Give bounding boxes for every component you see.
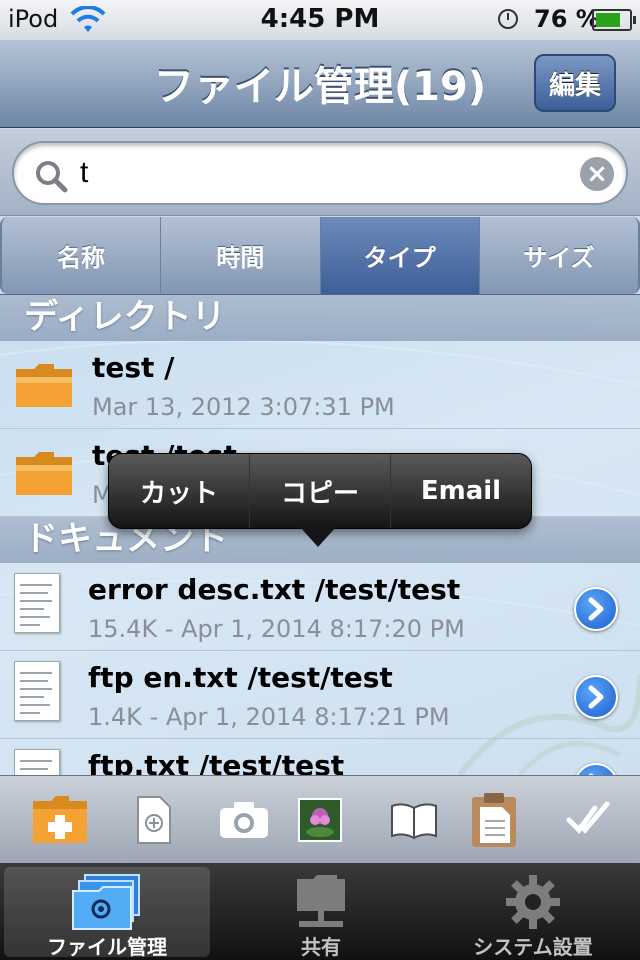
edit-popup-menu: カット コピー Email — [108, 453, 532, 529]
text-file-icon — [14, 749, 60, 775]
tab-system-settings-label: システム設置 — [473, 935, 593, 959]
document-row[interactable]: error desc.txt /test/test 15.4K - Apr 1,… — [0, 563, 640, 651]
tab-file-manager[interactable]: ファイル管理 — [4, 867, 210, 959]
battery-percent: 76 % — [534, 5, 600, 33]
sort-by-type-tab[interactable]: タイプ — [320, 217, 480, 294]
document-row[interactable]: ftp.txt /test/test — [0, 739, 640, 775]
paste-icon[interactable] — [464, 790, 524, 850]
text-file-icon — [14, 573, 60, 633]
share-icon — [297, 875, 345, 927]
document-details: 1.4K - Apr 1, 2014 8:17:21 PM — [88, 703, 450, 731]
search-input[interactable] — [80, 153, 560, 193]
settings-icon — [506, 875, 560, 929]
email-menu-item[interactable]: Email — [391, 454, 531, 528]
document-details: 15.4K - Apr 1, 2014 8:17:20 PM — [88, 615, 465, 643]
book-icon[interactable] — [384, 790, 444, 850]
directory-date: Mar 13, 2012 3:07:31 PM — [92, 393, 395, 421]
select-all-icon[interactable] — [558, 790, 618, 850]
battery-icon — [592, 9, 636, 31]
text-file-icon — [14, 661, 60, 721]
sort-by-size-tab[interactable]: サイズ — [479, 217, 640, 294]
cut-menu-item[interactable]: カット — [109, 454, 250, 528]
bottom-toolbar — [0, 775, 640, 863]
sort-segmented-control: 名称 時間 タイプ サイズ — [0, 217, 640, 295]
folder-icon — [16, 452, 72, 495]
search-bar: × — [0, 129, 640, 216]
photo-library-icon[interactable] — [290, 790, 350, 850]
tab-file-manager-label: ファイル管理 — [47, 935, 167, 959]
sort-by-name-tab[interactable]: 名称 — [0, 217, 162, 294]
alarm-clock-icon — [498, 9, 518, 29]
edit-button[interactable]: 編集 — [534, 54, 616, 112]
document-row[interactable]: ftp en.txt /test/test 1.4K - Apr 1, 2014… — [0, 651, 640, 739]
directory-row[interactable]: test / Mar 13, 2012 3:07:31 PM — [0, 341, 640, 429]
new-folder-icon[interactable] — [30, 790, 90, 850]
folder-icon — [16, 364, 72, 407]
navigation-bar: ファイル管理(19) 編集 — [0, 40, 640, 128]
status-bar: iPod 4:45 PM 76 % — [0, 0, 640, 40]
camera-icon[interactable] — [214, 790, 274, 850]
detail-disclosure-icon[interactable] — [574, 587, 618, 631]
directory-title: test / — [92, 351, 175, 384]
search-field[interactable]: × — [12, 141, 628, 205]
detail-disclosure-icon[interactable] — [574, 763, 618, 775]
document-title: ftp.txt /test/test — [88, 749, 345, 775]
sort-by-time-tab[interactable]: 時間 — [161, 217, 321, 294]
detail-disclosure-icon[interactable] — [574, 675, 618, 719]
new-file-icon[interactable] — [124, 790, 184, 850]
tab-share[interactable]: 共有 — [218, 867, 424, 959]
popup-arrow — [300, 527, 336, 547]
document-title: error desc.txt /test/test — [88, 573, 461, 606]
document-title: ftp en.txt /test/test — [88, 661, 393, 694]
tab-share-label: 共有 — [301, 935, 341, 959]
search-icon — [36, 161, 68, 193]
section-header-directory: ディレクトリ — [0, 295, 640, 341]
tab-system-settings[interactable]: システム設置 — [430, 867, 636, 959]
file-manager-icon — [72, 874, 140, 930]
clear-search-icon[interactable]: × — [580, 157, 614, 191]
tab-bar: ファイル管理 共有 システム設置 — [0, 863, 640, 960]
copy-menu-item[interactable]: コピー — [250, 454, 391, 528]
